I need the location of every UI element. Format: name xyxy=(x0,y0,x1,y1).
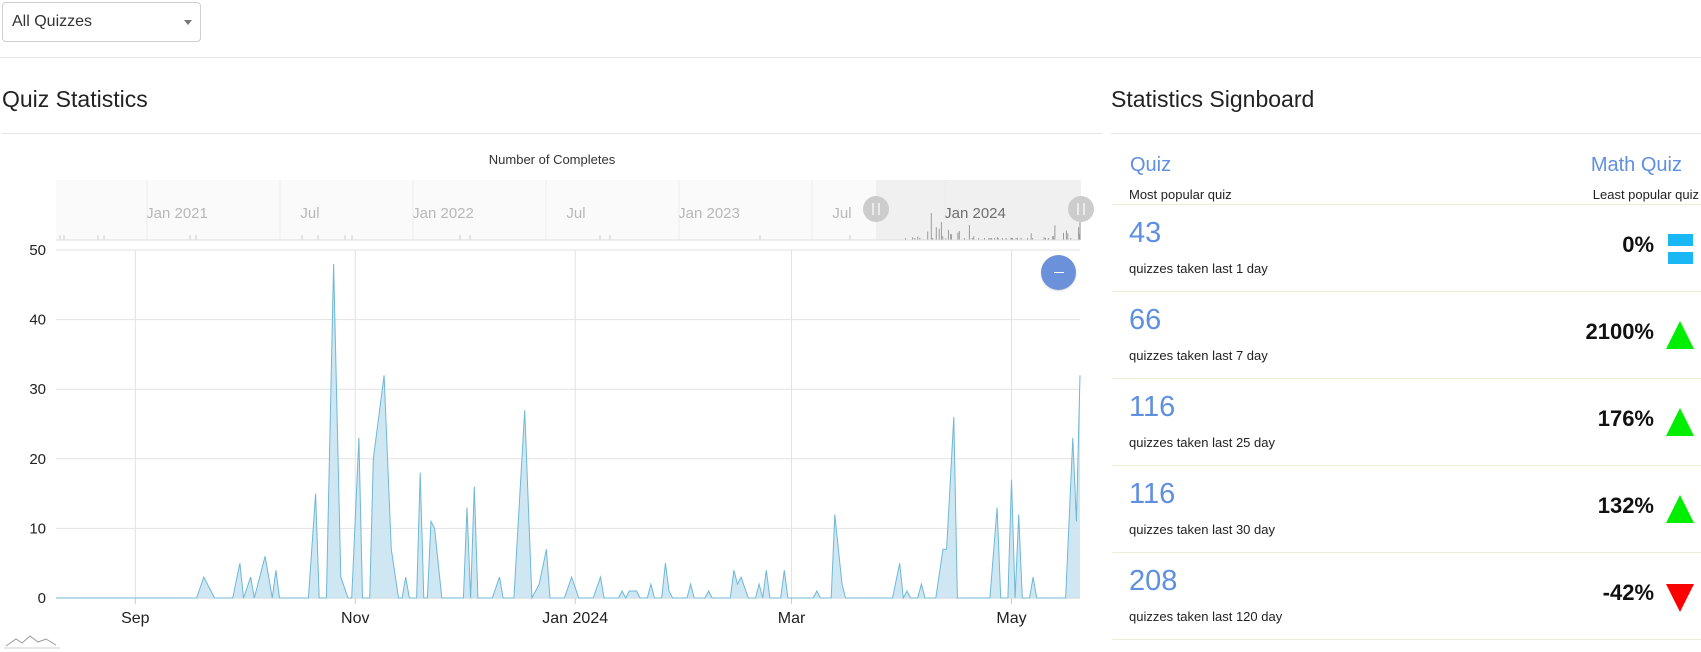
trend-equal-icon xyxy=(1668,234,1693,264)
quiz-count[interactable]: 208 xyxy=(1129,565,1177,598)
chevron-down-icon xyxy=(184,20,192,25)
change-percent: 2100% xyxy=(1585,319,1654,344)
navigator-label: Jul xyxy=(300,205,319,222)
plot-area[interactable] xyxy=(56,263,1081,600)
most-popular-quiz-link[interactable]: Quiz xyxy=(1130,154,1171,177)
quiz-filter-select[interactable]: All Quizzes xyxy=(2,2,201,42)
series-area xyxy=(56,263,1080,598)
navigator-label: Jan 2024 xyxy=(944,205,1006,222)
navigator-label: Jul xyxy=(832,205,851,222)
mini-chart-icon[interactable] xyxy=(5,635,57,647)
change-percent: 132% xyxy=(1597,493,1654,518)
minus-icon xyxy=(1053,272,1064,273)
most-popular-quiz-caption: Most popular quiz xyxy=(1129,187,1232,202)
quiz-count[interactable]: 66 xyxy=(1129,304,1161,337)
navigator-label: Jan 2023 xyxy=(678,205,740,222)
left-section-divider xyxy=(2,133,1102,134)
least-popular-quiz-caption: Least popular quiz xyxy=(1592,187,1699,202)
signboard-row: 66 quizzes taken last 7 day 2100% xyxy=(1112,292,1701,379)
navigator-left-handle[interactable] xyxy=(863,196,889,222)
y-tick-label: 0 xyxy=(38,590,46,607)
trend-down-icon xyxy=(1666,584,1694,612)
quiz-count-caption: quizzes taken last 30 day xyxy=(1129,522,1275,537)
quiz-statistics-title: Quiz Statistics xyxy=(2,86,148,112)
navigator-label: Jan 2021 xyxy=(146,205,208,222)
signboard-row: 116 quizzes taken last 25 day 176% xyxy=(1112,379,1701,466)
completes-chart-svg: Number of Completes Jan 2021 Jul Jan 2022 J… xyxy=(4,152,1094,649)
y-tick-label: 40 xyxy=(29,312,46,329)
x-tick-label: Jan 2024 xyxy=(542,610,608,627)
trend-up-icon xyxy=(1666,495,1694,523)
navigator-label: Jul xyxy=(566,205,585,222)
right-section-divider xyxy=(1111,133,1701,134)
x-tick-label: Sep xyxy=(121,610,150,627)
y-tick-label: 20 xyxy=(29,451,46,468)
quiz-count-caption: quizzes taken last 1 day xyxy=(1129,261,1268,276)
x-tick-label: May xyxy=(996,610,1026,627)
chart-navigator[interactable]: Jan 2021 Jul Jan 2022 Jul Jan 2023 Jul Jan 202… xyxy=(56,180,1094,241)
trend-up-icon xyxy=(1666,321,1694,349)
statistics-signboard: Quiz Most popular quiz Math Quiz Least p… xyxy=(1112,140,1701,640)
quiz-count-caption: quizzes taken last 7 day xyxy=(1129,348,1268,363)
chart-title: Number of Completes xyxy=(489,152,616,167)
signboard-header: Quiz Most popular quiz Math Quiz Least p… xyxy=(1112,140,1701,205)
y-axis: 0 10 20 30 40 50 xyxy=(29,242,46,607)
series-line xyxy=(56,263,1081,600)
signboard-row: 43 quizzes taken last 1 day 0% xyxy=(1112,205,1701,292)
signboard-row: 208 quizzes taken last 120 day -42% xyxy=(1112,553,1701,640)
quiz-count-caption: quizzes taken last 25 day xyxy=(1129,435,1275,450)
quiz-count[interactable]: 116 xyxy=(1129,478,1175,511)
change-percent: 0% xyxy=(1622,232,1654,257)
quiz-count[interactable]: 116 xyxy=(1129,391,1175,424)
least-popular-quiz-link[interactable]: Math Quiz xyxy=(1591,154,1682,177)
signboard-row: 116 quizzes taken last 30 day 132% xyxy=(1112,466,1701,553)
x-axis: Sep Nov Jan 2024 Mar May xyxy=(56,597,1080,627)
quiz-filter-value: All Quizzes xyxy=(12,13,93,30)
x-tick-label: Mar xyxy=(778,610,806,627)
change-percent: 176% xyxy=(1597,406,1654,431)
quiz-count-caption: quizzes taken last 120 day xyxy=(1129,609,1283,624)
y-tick-label: 30 xyxy=(29,381,46,398)
trend-up-icon xyxy=(1666,408,1694,436)
y-tick-label: 50 xyxy=(29,242,46,259)
x-tick-label: Nov xyxy=(341,610,369,627)
change-percent: -42% xyxy=(1602,580,1654,605)
completes-chart: Number of Completes Jan 2021 Jul Jan 2022 J… xyxy=(0,140,1100,652)
chart-grid xyxy=(56,249,1080,599)
y-tick-label: 10 xyxy=(29,520,46,537)
navigator-right-handle[interactable] xyxy=(1068,196,1094,222)
zoom-out-button[interactable] xyxy=(1041,255,1076,290)
navigator-label: Jan 2022 xyxy=(412,205,474,222)
quiz-count[interactable]: 43 xyxy=(1129,217,1161,250)
statistics-signboard-title: Statistics Signboard xyxy=(1111,86,1315,112)
top-divider xyxy=(0,57,1701,58)
